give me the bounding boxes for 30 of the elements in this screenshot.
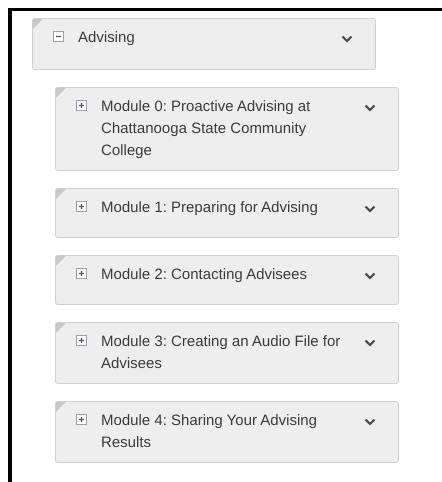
module-title[interactable]: Module 3: Creating an Audio File for Advisees: [101, 331, 350, 375]
module-card[interactable]: Module 3: Creating an Audio File for Advisees: [55, 322, 399, 384]
module-card[interactable]: Module 2: Contacting Advisees: [55, 255, 399, 305]
chevron-down-icon[interactable]: [364, 104, 376, 112]
corner-mark-icon: [56, 88, 66, 98]
collapse-icon[interactable]: [53, 31, 64, 42]
module-title[interactable]: Module 4: Sharing Your Advising Results: [101, 410, 350, 454]
module-title[interactable]: Advising: [78, 27, 327, 49]
chevron-down-icon[interactable]: [364, 339, 376, 347]
chevron-down-icon[interactable]: [364, 418, 376, 426]
expand-icon[interactable]: [76, 268, 87, 279]
module-title[interactable]: Module 0: Proactive Advising at Chattanooga State Community College: [101, 96, 350, 162]
corner-mark-icon: [56, 256, 66, 266]
expand-icon[interactable]: [76, 335, 87, 346]
module-card[interactable]: Module 4: Sharing Your Advising Results: [55, 401, 399, 463]
module-title[interactable]: Module 2: Contacting Advisees: [101, 264, 350, 286]
module-card[interactable]: Module 0: Proactive Advising at Chattanooga State Community College: [55, 87, 399, 171]
corner-mark-icon: [56, 189, 66, 199]
module-title[interactable]: Module 1: Preparing for Advising: [101, 197, 350, 219]
corner-mark-icon: [33, 19, 43, 29]
module-card[interactable]: Advising: [32, 18, 376, 70]
chevron-down-icon[interactable]: [364, 205, 376, 213]
corner-mark-icon: [56, 323, 66, 333]
module-card[interactable]: Module 1: Preparing for Advising: [55, 188, 399, 238]
chevron-down-icon[interactable]: [341, 35, 353, 43]
expand-icon[interactable]: [76, 100, 87, 111]
expand-icon[interactable]: [76, 201, 87, 212]
corner-mark-icon: [56, 402, 66, 412]
chevron-down-icon[interactable]: [364, 272, 376, 280]
expand-icon[interactable]: [76, 414, 87, 425]
